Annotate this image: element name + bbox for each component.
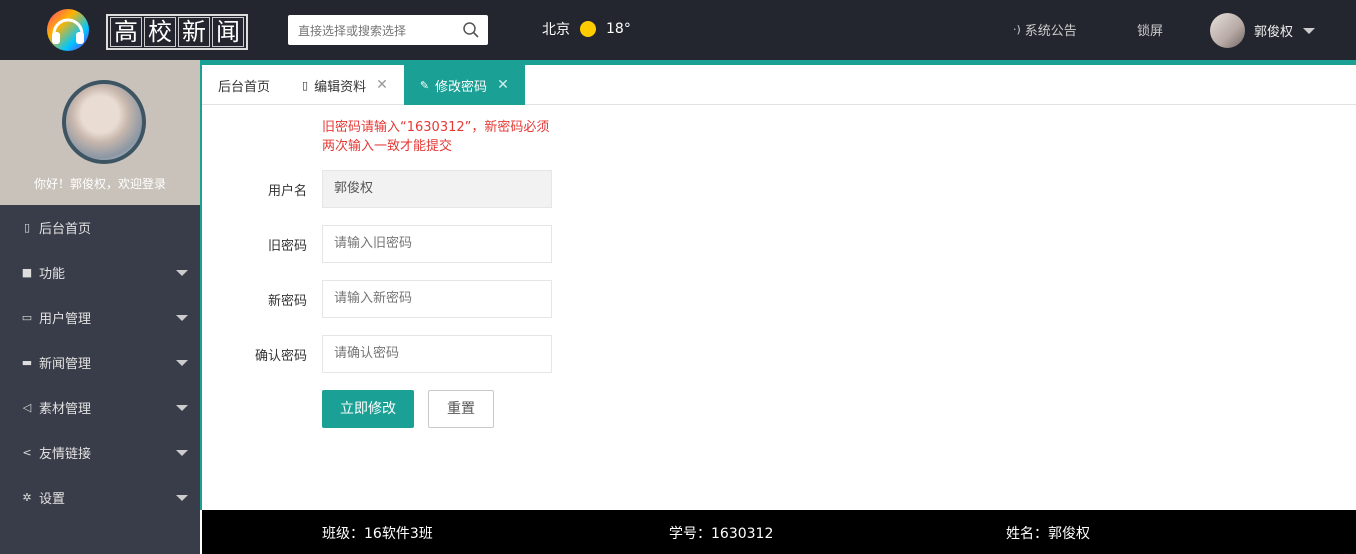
chevron-down-icon [176,315,188,321]
logo-char: 校 [144,17,176,47]
weather-city: 北京 [542,22,570,38]
reset-button[interactable]: 重置 [428,390,494,428]
document-icon: ▯ [302,78,309,92]
caret-down-icon [1303,27,1316,34]
gear-icon: ✲ [22,491,32,504]
sidebar-item-label: 功能 [39,267,66,282]
weather-widget: 北京 18° [542,19,631,39]
new-password-label: 新密码 [267,294,307,309]
sidebar-item-links[interactable]: < 友情链接 [0,430,200,475]
chevron-down-icon [176,495,188,501]
username-field: 郭俊权 [322,170,552,208]
avatar [1210,13,1245,48]
footer-student-id: 学号：1630312 [669,526,774,542]
confirm-password-label: 确认密码 [254,349,307,364]
pencil-icon: ✎ [419,78,430,92]
chevron-down-icon [176,405,188,411]
welcome-text: 你好！郭俊权，欢迎登录 [33,177,166,191]
sidebar-item-functions[interactable]: ■ 功能 [0,250,200,295]
chat-icon: ▭ [21,311,33,324]
logo-char: 闻 [212,17,244,47]
new-password-row: 新密码 请输入新密码 [202,280,602,318]
lock-screen-link[interactable]: 锁屏 [1137,20,1163,39]
sidebar-item-label: 素材管理 [39,402,92,417]
close-icon[interactable]: ✕ [497,77,509,93]
tab-edit-profile[interactable]: ▯ 编辑资料 ✕ [286,65,404,105]
new-password-input[interactable]: 请输入新密码 [322,280,552,318]
folder-icon: ▬ [21,356,33,369]
sidebar-item-settings[interactable]: ✲ 设置 [0,475,200,520]
user-name: 郭俊权 [1254,25,1294,40]
password-hint: 旧密码请输入“1630312”，新密码必须两次输入一致才能提交 [322,120,550,154]
weather-temp: 18° [606,21,631,37]
sidebar-item-label: 友情链接 [39,447,92,462]
sidebar-item-label: 设置 [39,492,66,507]
sidebar-item-users[interactable]: ▭ 用户管理 [0,295,200,340]
chevron-down-icon [176,270,188,276]
logo-char: 新 [178,17,210,47]
footer-class: 班级：16软件3班 [322,526,433,542]
share-icon: < [22,446,32,459]
paper-plane-icon: ◁ [22,401,32,414]
tab-change-password[interactable]: ✎ 修改密码 ✕ [403,65,525,105]
headphones-logo-icon [47,9,89,51]
logo-char: 高 [110,17,142,47]
sidebar-item-materials[interactable]: ◁ 素材管理 [0,385,200,430]
sidebar-item-label: 后台首页 [39,222,92,237]
sidebar-item-label: 用户管理 [39,312,92,327]
sidebar-item-home[interactable]: ▯ 后台首页 [0,205,200,250]
submit-button[interactable]: 立即修改 [322,390,414,428]
confirm-password-row: 确认密码 请确认密码 [202,335,602,373]
profile-panel: 你好！郭俊权，欢迎登录 [0,60,200,205]
sidebar-item-label: 新闻管理 [39,357,92,372]
top-header: 高 校 新 闻 直接选择或搜索选择 北京 18° ·) 系统公告 锁屏 郭俊权 [0,0,1356,60]
notice-label: 系统公告 [1024,24,1077,39]
sidebar-menu: ▯ 后台首页 ■ 功能 ▭ 用户管理 ▬ 新闻管理 ◁ 素材管理 < 友情链接 [0,205,200,520]
search-placeholder: 直接选择或搜索选择 [298,24,407,38]
tab-home[interactable]: 后台首页 [202,65,286,105]
confirm-password-input[interactable]: 请确认密码 [322,335,552,373]
tab-label: 修改密码 [435,79,488,95]
close-icon[interactable]: ✕ [376,77,388,93]
footer-name: 姓名：郭俊权 [1006,526,1090,542]
old-password-row: 旧密码 请输入旧密码 [202,225,602,263]
old-password-input[interactable]: 请输入旧密码 [322,225,552,263]
broadcast-icon: ·) [1013,23,1021,36]
sun-icon [580,21,596,37]
chevron-down-icon [176,450,188,456]
sidebar: 你好！郭俊权，欢迎登录 ▯ 后台首页 ■ 功能 ▭ 用户管理 ▬ 新闻管理 ◁ … [0,60,200,554]
sidebar-item-news[interactable]: ▬ 新闻管理 [0,340,200,385]
site-logo[interactable]: 高 校 新 闻 [40,8,250,52]
username-label: 用户名 [267,184,307,199]
tab-label: 后台首页 [218,79,271,95]
chevron-down-icon [176,360,188,366]
search-input[interactable]: 直接选择或搜索选择 [288,15,488,45]
system-notice-link[interactable]: ·) 系统公告 [1013,20,1077,39]
footer-bar: 班级：16软件3班 学号：1630312 姓名：郭俊权 [202,510,1356,554]
tab-label: 编辑资料 [314,79,367,95]
profile-avatar[interactable] [62,80,146,164]
search-icon[interactable] [462,21,480,39]
old-password-label: 旧密码 [267,239,307,254]
tablet-icon: ▯ [23,221,31,234]
briefcase-icon: ■ [21,266,33,279]
tab-bar: 后台首页 ▯ 编辑资料 ✕ ✎ 修改密码 ✕ [202,65,1356,105]
logo-text: 高 校 新 闻 [106,14,248,50]
user-menu[interactable]: 郭俊权 [1210,13,1316,48]
username-row: 用户名 郭俊权 [202,170,602,208]
